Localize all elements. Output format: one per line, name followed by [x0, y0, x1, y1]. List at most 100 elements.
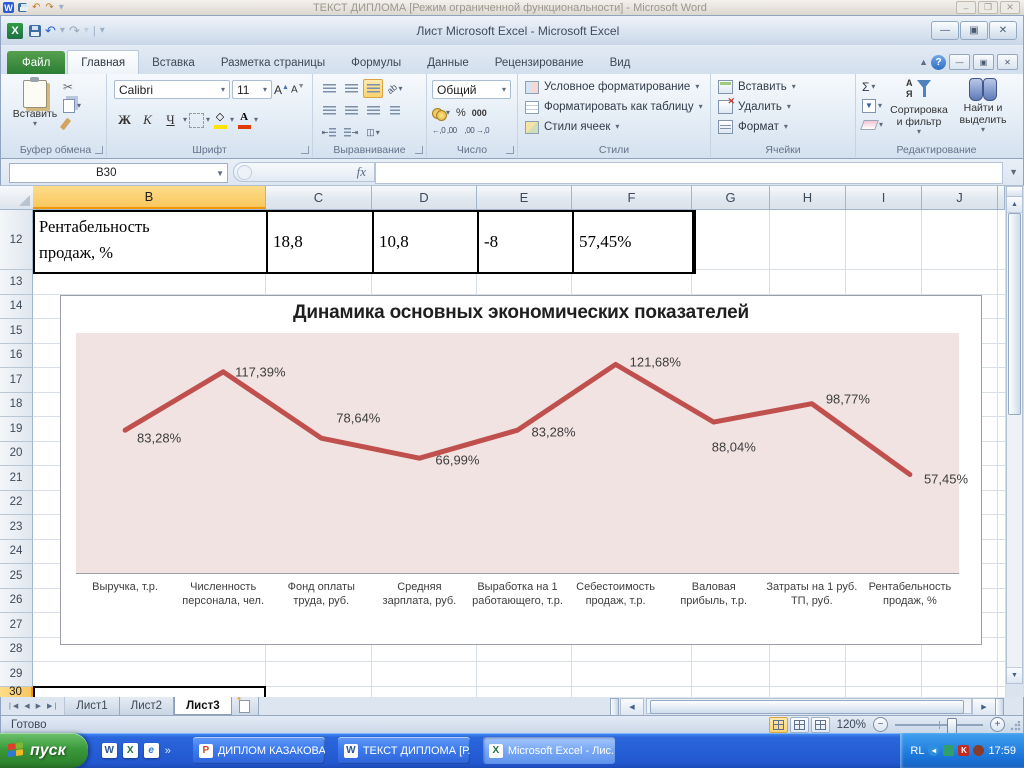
save-icon[interactable] — [18, 3, 28, 12]
redo-icon[interactable]: ↷ — [45, 2, 53, 13]
row-header-22[interactable]: 22 — [0, 490, 33, 515]
sheet-nav-buttons[interactable]: ❘◀ ◀ ▶ ▶❘ — [1, 697, 66, 715]
cell-B12[interactable]: Рентабельность продаж, % — [35, 212, 268, 272]
row-header-29[interactable]: 29 — [0, 662, 33, 687]
zoom-slider-thumb[interactable] — [947, 717, 957, 734]
copy-icon[interactable] — [63, 99, 75, 113]
workbook-restore-button[interactable]: ▣ — [973, 54, 994, 70]
row-header-14[interactable]: 14 — [0, 294, 33, 319]
row-header-21[interactable]: 21 — [0, 466, 33, 491]
word-quick-access-toolbar[interactable]: ↶ ↷ ▾ — [18, 2, 64, 13]
bold-button[interactable]: Ж — [114, 110, 135, 130]
column-header-H[interactable]: H — [770, 186, 846, 209]
taskbar-button-word[interactable]: W ТЕКСТ ДИПЛОМА [Р... — [337, 737, 470, 764]
prev-sheet-icon[interactable]: ◀ — [22, 702, 31, 710]
align-center-button[interactable] — [341, 101, 361, 120]
scroll-left-icon[interactable]: ◀ — [620, 698, 644, 716]
zoom-level[interactable]: 120% — [837, 719, 866, 731]
decrease-indent-button[interactable]: ⇤ — [319, 123, 339, 142]
minimize-ribbon-icon[interactable]: ▲ — [919, 57, 928, 67]
styles-item[interactable]: Условное форматирование ▾ — [518, 77, 710, 97]
align-bottom-button[interactable] — [363, 79, 383, 98]
ribbon-tab-Разметка страницы[interactable]: Разметка страницы — [208, 51, 338, 74]
cell-E12[interactable]: -8 — [479, 212, 574, 272]
dialog-launcher-icon[interactable] — [506, 146, 514, 154]
formula-input[interactable] — [375, 162, 1003, 184]
dialog-launcher-icon[interactable] — [415, 146, 423, 154]
restore-button[interactable]: ▣ — [960, 21, 988, 40]
fx-icon[interactable]: fx — [357, 164, 366, 180]
word-close-button[interactable]: ✕ — [1000, 1, 1020, 14]
clear-button[interactable]: ▾ — [860, 117, 883, 132]
scroll-down-icon[interactable]: ▼ — [1007, 667, 1022, 683]
row-header-20[interactable]: 20 — [0, 441, 33, 466]
increase-indent-button[interactable]: ⇥ — [341, 123, 361, 142]
ribbon-tab-Рецензирование[interactable]: Рецензирование — [482, 51, 597, 74]
accounting-format-button[interactable]: ▾ — [432, 107, 450, 121]
name-box[interactable]: B30 ▼ — [9, 163, 228, 183]
quick-access-toolbar[interactable]: ↶ ▾ ↷ ▾ | ▾ — [29, 24, 105, 37]
align-right-button[interactable] — [363, 101, 383, 120]
word-restore-button[interactable]: ❐ — [978, 1, 998, 14]
selected-cell-B30[interactable] — [33, 686, 266, 697]
hscroll-split-handle[interactable] — [995, 698, 1004, 716]
tab-split-handle[interactable] — [610, 698, 619, 716]
row-header-23[interactable]: 23 — [0, 515, 33, 540]
quick-launch-chevron-icon[interactable]: » — [165, 745, 171, 757]
row-header-12[interactable]: 12 — [0, 210, 33, 270]
ribbon-tab-Формулы[interactable]: Формулы — [338, 51, 414, 74]
normal-view-button[interactable] — [768, 716, 788, 733]
fill-color-button[interactable]: ◇ — [212, 111, 228, 129]
decrease-decimal-button[interactable]: ,00 →,0 — [465, 126, 490, 135]
wrap-text-button[interactable] — [385, 101, 405, 120]
word-minimize-button[interactable]: ‒ — [956, 1, 976, 14]
orientation-button[interactable]: ab ▾ — [385, 79, 405, 98]
number-format-combo[interactable]: Общий ▾ — [432, 80, 511, 99]
horizontal-scrollbar[interactable] — [646, 698, 972, 714]
cell-F12[interactable]: 57,45% — [574, 212, 694, 272]
row-header-28[interactable]: 28 — [0, 637, 33, 662]
column-header-G[interactable]: G — [692, 186, 770, 209]
quick-launch-ie-icon[interactable]: e — [143, 743, 159, 758]
styles-item[interactable]: Стили ячеек ▾ — [518, 117, 710, 137]
scrollbar-split-handle[interactable] — [1007, 187, 1022, 197]
column-header-E[interactable]: E — [477, 186, 572, 209]
zoom-slider[interactable] — [895, 717, 983, 734]
row-header-24[interactable]: 24 — [0, 539, 33, 564]
taskbar-button-powerpoint[interactable]: P ДИПЛОМ КАЗАКОВА... — [192, 737, 325, 764]
start-button[interactable]: пуск — [0, 733, 88, 768]
ribbon-tab-Главная[interactable]: Главная — [67, 50, 140, 74]
column-header-B[interactable]: B — [33, 186, 266, 209]
comma-style-button[interactable]: 000 — [472, 108, 487, 118]
cut-icon[interactable]: ✂ — [63, 80, 81, 94]
row-header-18[interactable]: 18 — [0, 392, 33, 417]
expand-formula-bar-icon[interactable]: ▼ — [1009, 167, 1018, 177]
language-bar-icon[interactable]: ◂ — [928, 745, 940, 756]
workbook-minimize-button[interactable]: — — [949, 54, 970, 70]
italic-button[interactable]: К — [137, 110, 158, 130]
row-header-26[interactable]: 26 — [0, 588, 33, 613]
font-color-button[interactable]: А — [236, 111, 252, 129]
cell-D12[interactable]: 10,8 — [374, 212, 479, 272]
fill-button[interactable]: ▼ ▾ — [862, 98, 883, 113]
dialog-launcher-icon[interactable] — [95, 146, 103, 154]
kaspersky-icon[interactable]: K — [958, 745, 970, 756]
resize-grip[interactable] — [1010, 721, 1020, 731]
save-icon[interactable] — [29, 24, 41, 37]
paste-button[interactable]: Вставить ▾ — [13, 77, 57, 140]
shrink-font-icon[interactable]: A▼ — [291, 83, 305, 95]
chart[interactable]: Динамика основных экономических показате… — [60, 295, 982, 645]
minimize-button[interactable]: — — [931, 21, 959, 40]
font-size-combo[interactable]: 11 ▾ — [232, 80, 272, 99]
underline-button[interactable]: Ч — [160, 110, 181, 130]
align-left-button[interactable] — [319, 101, 339, 120]
undo-icon[interactable]: ↶ — [45, 24, 56, 37]
ribbon-tab-Файл[interactable]: Файл — [7, 51, 66, 74]
excel-titlebar[interactable]: X ↶ ▾ ↷ ▾ | ▾ Лист Microsoft Excel - Micro… — [0, 15, 1024, 45]
row-header-25[interactable]: 25 — [0, 564, 33, 589]
row-header-15[interactable]: 15 — [0, 319, 33, 344]
align-middle-button[interactable] — [341, 79, 361, 98]
zoom-in-button[interactable]: + — [990, 717, 1005, 732]
insert-worksheet-tab[interactable] — [231, 695, 259, 715]
cell-C12[interactable]: 18,8 — [268, 212, 374, 272]
